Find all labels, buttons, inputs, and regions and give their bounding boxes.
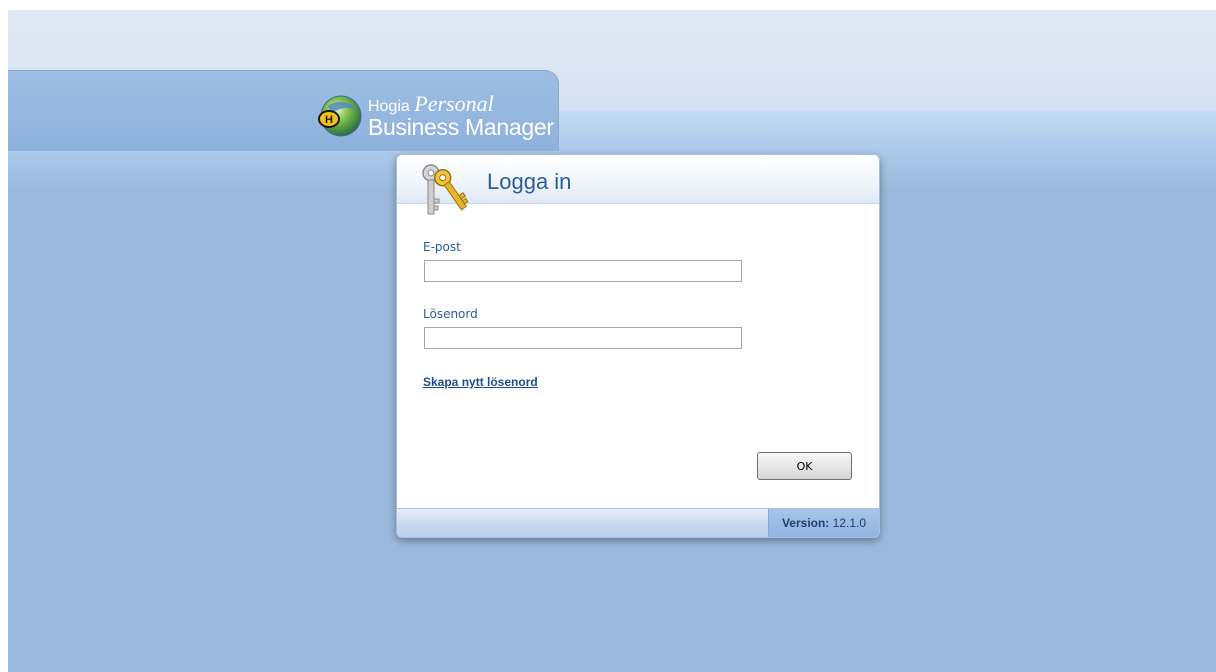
app-logo: H Hogia Personal Business Manager	[314, 90, 564, 146]
version-info: Version: 12.1.0	[768, 509, 879, 537]
password-label: Lösenord	[423, 307, 478, 321]
dialog-header: Logga in	[397, 155, 879, 215]
svg-text:H: H	[325, 114, 333, 126]
password-field[interactable]	[424, 327, 742, 349]
version-number: 12.1.0	[832, 516, 867, 530]
brand-personal: Personal	[414, 91, 494, 116]
dialog-title: Logga in	[487, 169, 572, 194]
email-label: E-post	[423, 240, 461, 254]
status-bar: Version: 12.1.0	[397, 508, 879, 537]
ok-button[interactable]: OK	[757, 452, 852, 480]
version-label: Version:	[781, 516, 830, 530]
create-new-password-link[interactable]: Skapa nytt lösenord	[423, 375, 538, 389]
brand-hogia: Hogia	[368, 98, 410, 115]
login-dialog: Logga in E-post Lösenord Skapa nytt löse…	[396, 154, 880, 538]
app-window: H Hogia Personal Business Manager Logga …	[8, 10, 1216, 672]
hogia-globe-icon: H	[318, 95, 362, 137]
email-field[interactable]	[424, 260, 742, 282]
keys-icon	[422, 164, 469, 215]
brand-name: Business Manager	[368, 114, 554, 140]
